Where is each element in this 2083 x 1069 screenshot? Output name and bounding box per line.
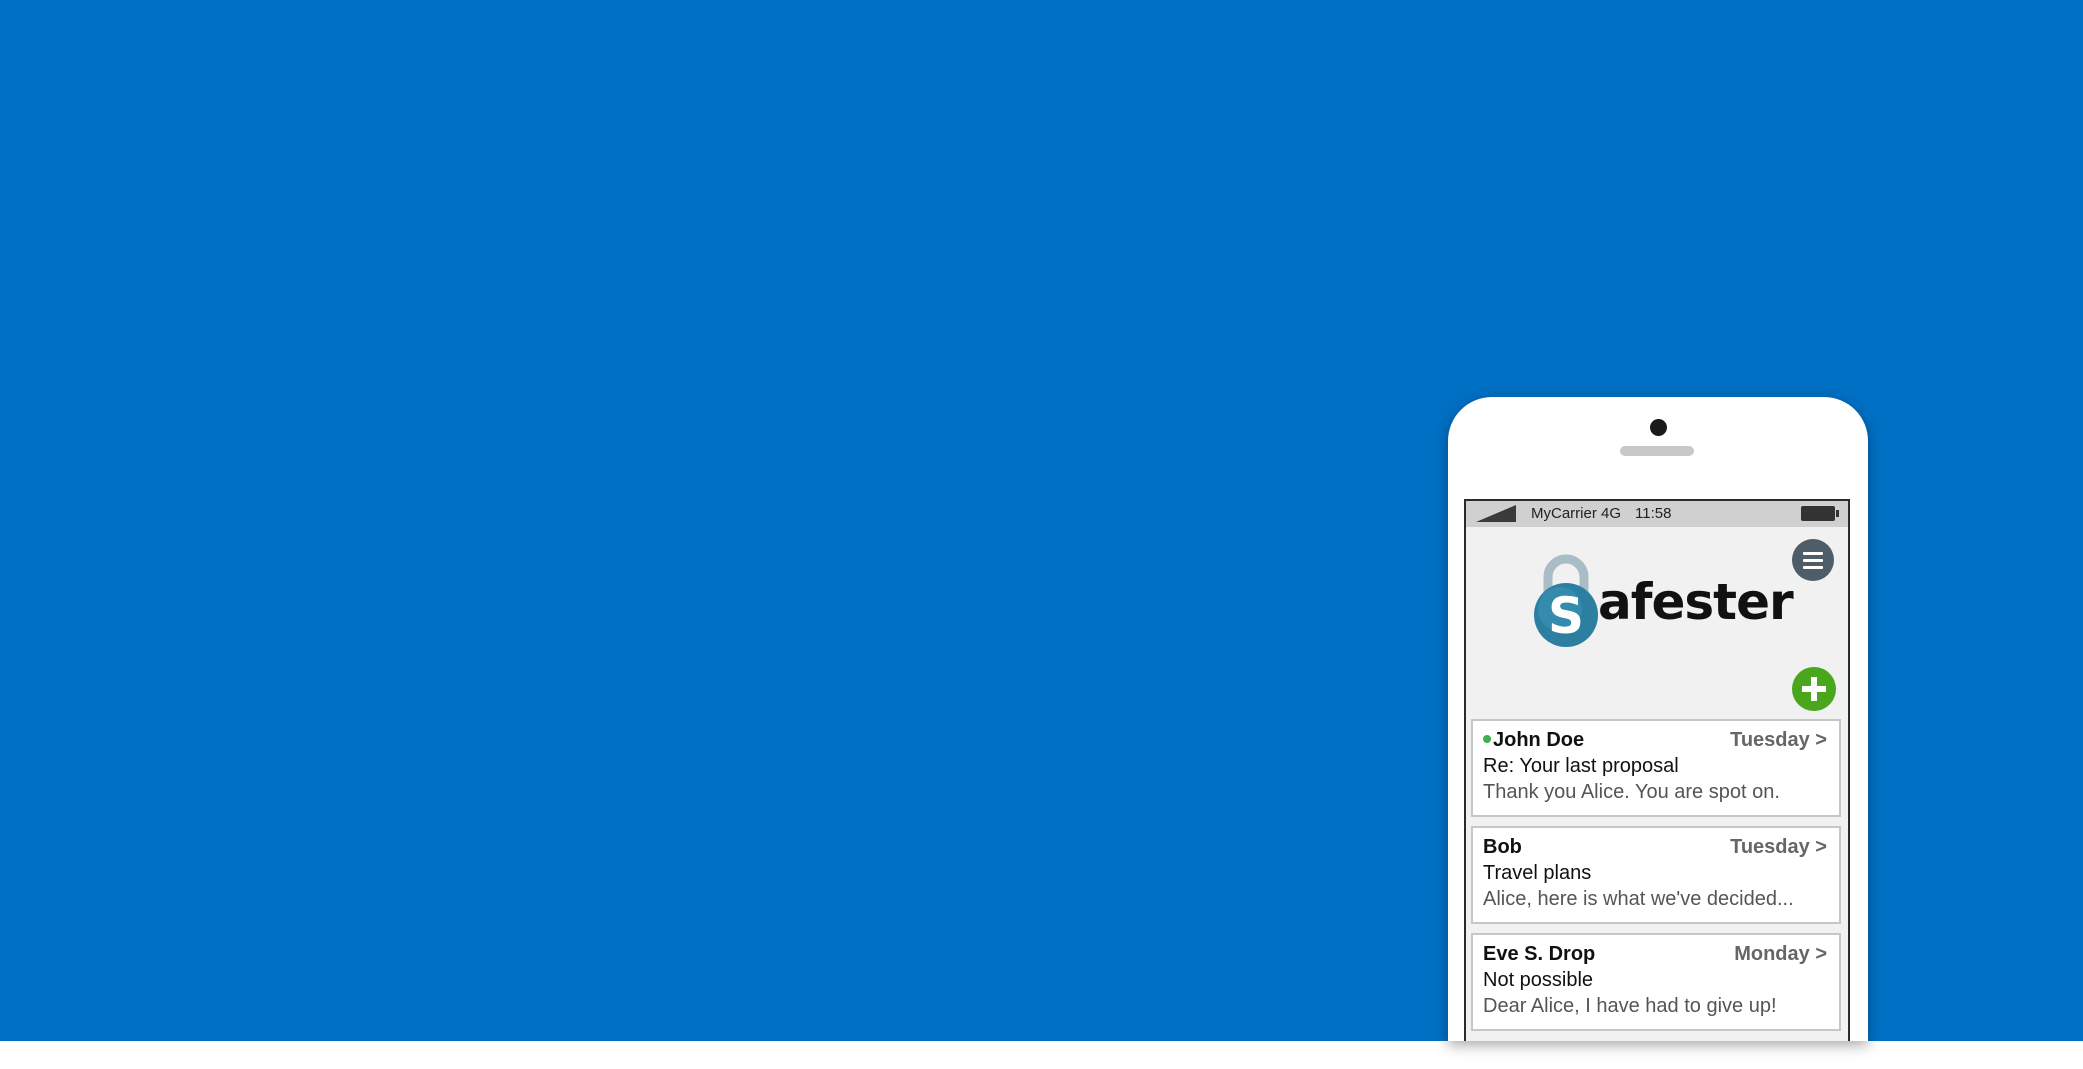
message-subject: Re: Your last proposal: [1483, 755, 1679, 777]
message-sender-name: John Doe: [1493, 729, 1585, 751]
add-message-icon[interactable]: [1792, 667, 1836, 711]
clock-label: 11:58: [1635, 505, 1672, 522]
message-preview: Dear Alice, I have had to give up!: [1483, 995, 1777, 1017]
message-item[interactable]: John Doe Tuesday > Re: Your last proposa…: [1471, 719, 1841, 817]
carrier-label: MyCarrier 4G: [1531, 505, 1622, 522]
message-preview: Thank you Alice. You are spot on.: [1483, 781, 1780, 803]
status-bar: MyCarrier 4G 11:58: [1466, 501, 1848, 527]
logo-wordmark: afester: [1598, 573, 1794, 631]
phone-mockup: MyCarrier 4G 11:58 S afester John Doe Tu…: [1448, 397, 1868, 1041]
message-item[interactable]: Eve S. Drop Monday > Not possible Dear A…: [1471, 933, 1841, 1031]
hamburger-menu-icon[interactable]: [1792, 539, 1834, 581]
message-date: Tuesday >: [1730, 729, 1827, 751]
message-subject: Not possible: [1483, 969, 1594, 991]
safester-logo: S afester: [1532, 553, 1794, 649]
message-sender: Bob: [1483, 836, 1522, 858]
message-sender: John Doe: [1483, 729, 1584, 752]
message-sender: Eve S. Drop: [1483, 943, 1596, 965]
padlock-logo-icon: S: [1534, 554, 1598, 647]
message-date: Monday >: [1734, 943, 1827, 965]
message-subject: Travel plans: [1483, 862, 1592, 884]
phone-camera: [1650, 419, 1667, 436]
message-item[interactable]: Bob Tuesday > Travel plans Alice, here i…: [1471, 826, 1841, 924]
message-date: Tuesday >: [1730, 836, 1827, 858]
message-preview: Alice, here is what we've decided...: [1483, 888, 1794, 910]
battery-icon: [1801, 506, 1839, 521]
svg-text:S: S: [1548, 587, 1584, 645]
phone-speaker: [1620, 446, 1694, 456]
unread-indicator: [1483, 734, 1491, 743]
signal-icon: [1476, 505, 1516, 522]
phone-screen: MyCarrier 4G 11:58 S afester John Doe Tu…: [1464, 499, 1850, 1041]
